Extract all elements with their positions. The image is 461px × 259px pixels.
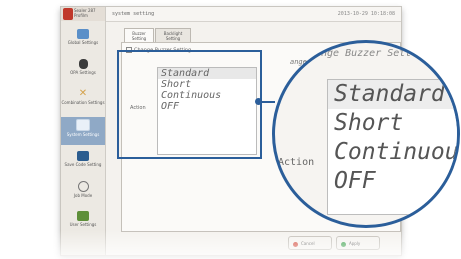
zoom-magnifier: ange Buzzer Sett Standard Short Continuo… [272,40,460,228]
zoom-list-item: Standard [328,80,457,109]
sidebar-item-user-settings[interactable]: User Settings [61,209,105,234]
sidebar-item-system-settings[interactable]: System Settings [61,117,105,145]
sidebar-item-save-code-setting[interactable]: Save Code Setting [61,149,105,174]
sidebar-item-label: User Settings [69,222,97,227]
zoom-list-item: Continuous [334,139,460,165]
apply-button[interactable]: Apply [336,236,380,250]
tab-buzzer-setting[interactable]: Buzzer Setting [124,28,154,42]
cancel-icon [293,242,298,247]
sidebar-item-label: Job Mode [73,193,93,198]
sidebar-header: Sealer 287 Profilm [61,7,105,21]
users-icon [77,211,89,221]
sidebar-item-combination-settings[interactable]: ✕ Combination Settings [61,87,105,112]
sidebar-item-global-settings[interactable]: Global Settings [61,27,105,52]
timestamp: 2013-10-29 10:18:08 [337,11,395,17]
callout-dot [255,98,262,105]
sidebar-item-job-mode[interactable]: Job Mode [61,179,105,204]
sidebar-item-label: OPA Settings [70,70,96,75]
monitor-icon [76,119,90,131]
sidebar-item-opa-settings[interactable]: OPA Settings [61,57,105,82]
zoom-action-listbox: Standard Short Continuous OFF [327,79,460,215]
zoom-action-label: Action [278,157,315,168]
tab-backlight-setting[interactable]: Backlight Setting [155,28,191,42]
sidebar-header-text: Sealer 287 Profilm [74,8,96,18]
zoom-heading: ange Buzzer Sett [315,48,412,59]
cancel-button-label: Cancel [301,241,315,246]
sidebar-item-label: Save Code Setting [64,162,102,167]
gear-icon [77,181,89,192]
logo [63,8,73,20]
sidebar-item-label: Global Settings [67,40,99,45]
cancel-button[interactable]: Cancel [288,236,332,250]
code-icon [77,151,89,161]
apply-icon [341,242,346,247]
sidebar-item-label: System Settings [66,132,100,137]
zoom-list-item: OFF [334,168,376,194]
globe-icon [77,29,89,39]
title-bar: system setting 2013-10-29 10:18:08 [106,7,401,22]
flask-icon [78,59,88,69]
zoom-list-item: Short [334,110,404,136]
window-title: system setting [112,11,155,17]
apply-button-label: Apply [349,241,361,246]
sidebar: Sealer 287 Profilm Global Settings OPA S… [61,7,106,255]
sidebar-item-label: Combination Settings [61,100,105,105]
highlight-box [117,50,262,159]
tools-icon: ✕ [78,88,88,99]
